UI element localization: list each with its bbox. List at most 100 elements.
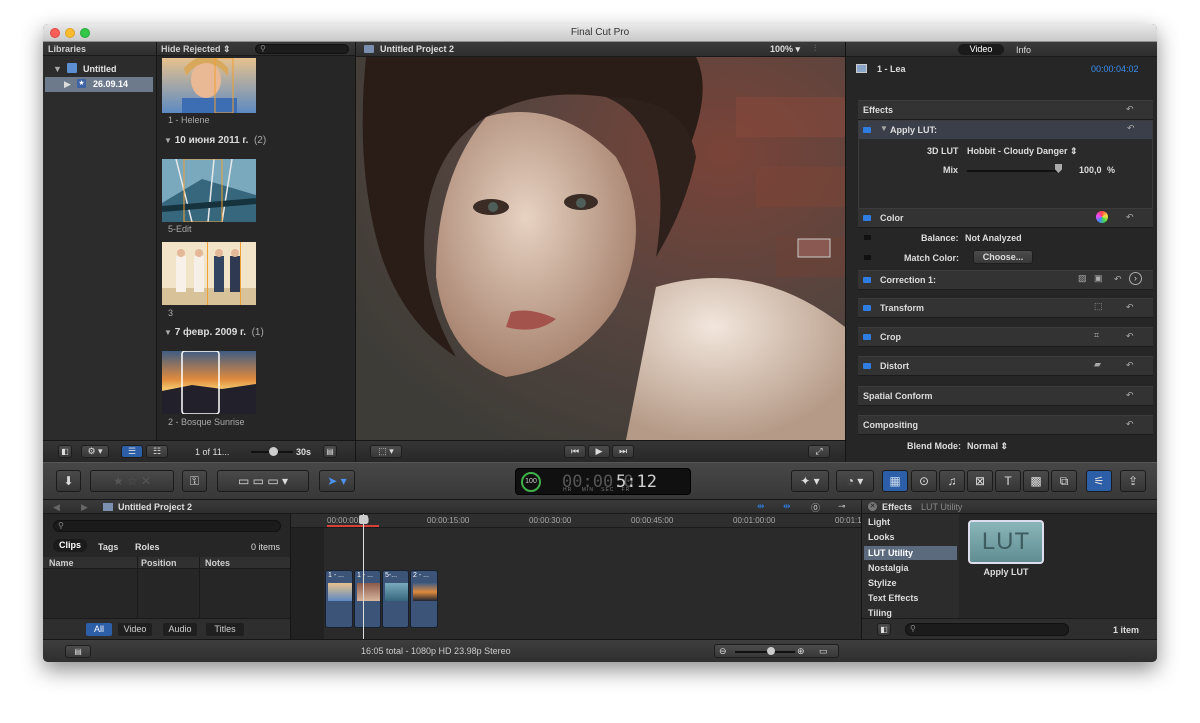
- close-window-button[interactable]: [50, 28, 60, 38]
- transform-section[interactable]: Transform ⬚ ↶: [858, 298, 1153, 318]
- generators-browser-button[interactable]: ▩: [1023, 470, 1049, 492]
- effects-category-selected[interactable]: LUT Utility: [864, 546, 957, 560]
- mask-icon[interactable]: ▨: [1078, 273, 1087, 284]
- apply-lut-header[interactable]: ▼ Apply LUT: ↶: [859, 121, 1152, 139]
- index-search-input[interactable]: ⚲: [53, 520, 281, 532]
- compositing-section[interactable]: Compositing ↶: [858, 415, 1153, 435]
- effects-browser-button[interactable]: ▦: [882, 470, 908, 492]
- filter-video[interactable]: Video: [118, 623, 152, 636]
- timeline-index-button[interactable]: ▤: [65, 645, 91, 658]
- effects-category[interactable]: Light: [868, 517, 890, 527]
- playhead[interactable]: [363, 514, 364, 639]
- zoom-knob[interactable]: [767, 647, 775, 655]
- effects-search-input[interactable]: ⚲: [905, 623, 1069, 636]
- lut-popup[interactable]: Hobbit - Cloudy Danger ⇕: [967, 146, 1078, 157]
- zoom-out-icon[interactable]: ⊖: [719, 645, 727, 657]
- sidebar-toggle-button[interactable]: ◧: [877, 623, 891, 636]
- clip-thumbnail-5-edit[interactable]: [162, 159, 256, 222]
- color-section[interactable]: Color ↶: [858, 208, 1153, 228]
- photos-browser-button[interactable]: ⊙: [911, 470, 937, 492]
- timeline-clip[interactable]: 5-...: [382, 570, 409, 628]
- rating-buttons[interactable]: ★ ☆ ✕: [90, 470, 174, 492]
- forward-arrow[interactable]: ▶: [81, 502, 88, 513]
- zoom-in-icon[interactable]: ⊕: [797, 645, 805, 657]
- go-arrow-icon[interactable]: ›: [1129, 272, 1142, 285]
- date-group-header[interactable]: ▼ 10 июня 2011 г. (2): [164, 135, 266, 146]
- distort-section[interactable]: Distort ▰ ↶: [858, 356, 1153, 376]
- zoom-slider-knob[interactable]: [269, 447, 278, 456]
- previous-button[interactable]: ⏮: [564, 445, 586, 458]
- inspector-toggle-button[interactable]: ⚟: [1086, 470, 1112, 492]
- reset-icon[interactable]: ↶: [1126, 390, 1134, 401]
- mix-value[interactable]: 100,0: [1079, 165, 1102, 175]
- reset-icon[interactable]: ↶: [1126, 212, 1134, 223]
- timeline-area[interactable]: 00:00:00:00 00:00:15:00 00:00:30:00 00:0…: [291, 514, 877, 639]
- filmstrip-view-button[interactable]: ☰: [121, 445, 143, 458]
- reset-icon[interactable]: ↶: [1114, 274, 1122, 285]
- minimize-window-button[interactable]: [65, 28, 75, 38]
- effects-category[interactable]: Text Effects: [868, 593, 918, 603]
- list-view-button[interactable]: ☷: [146, 445, 168, 458]
- timeline-clip[interactable]: 2 - ...: [410, 570, 438, 628]
- reset-icon[interactable]: ↶: [1126, 302, 1134, 313]
- event-26-09-14[interactable]: ▶ ★ 26.09.14: [45, 77, 153, 92]
- clip-thumbnail-3[interactable]: [162, 242, 256, 305]
- appearance-button[interactable]: ▤: [323, 445, 337, 458]
- select-tool-button[interactable]: ➤ ▾: [319, 470, 355, 492]
- clip-appearance-icon[interactable]: ▭: [819, 645, 828, 657]
- reset-icon[interactable]: ↶: [1127, 123, 1135, 134]
- skimming-icon[interactable]: ⇹: [783, 501, 791, 512]
- crop-icon[interactable]: ⌗: [1094, 330, 1099, 341]
- transform-popup[interactable]: ⬚ ▾: [370, 445, 402, 458]
- timeline-ruler[interactable]: 00:00:00:00 00:00:15:00 00:00:30:00 00:0…: [291, 514, 877, 528]
- tab-clips[interactable]: Clips: [53, 539, 87, 552]
- effects-category[interactable]: Stylize: [868, 578, 897, 588]
- fullscreen-button[interactable]: ⤢: [808, 445, 830, 458]
- column-notes[interactable]: Notes: [205, 558, 230, 568]
- blend-mode-popup[interactable]: Normal ⇕: [967, 441, 1008, 452]
- playhead-handle[interactable]: [359, 515, 368, 524]
- filter-all[interactable]: All: [86, 623, 112, 636]
- clip-thumbnail-helene[interactable]: [162, 58, 256, 113]
- date-group-header[interactable]: ▼ 7 февр. 2009 г. (1): [164, 327, 264, 338]
- spatial-conform-section[interactable]: Spatial Conform ↶: [858, 386, 1153, 406]
- close-icon[interactable]: ✕: [868, 502, 877, 511]
- back-arrow[interactable]: ◀: [53, 502, 60, 513]
- zoom-popup[interactable]: 100% ▾: [770, 44, 800, 55]
- reset-icon[interactable]: ↶: [1126, 104, 1134, 115]
- next-button[interactable]: ⏭: [612, 445, 634, 458]
- effects-category[interactable]: Tiling: [868, 608, 892, 618]
- reset-icon[interactable]: ↶: [1126, 331, 1134, 342]
- titles-browser-button[interactable]: T: [995, 470, 1021, 492]
- effects-section[interactable]: Effects ↶: [858, 100, 1153, 120]
- crop-section[interactable]: Crop ⌗ ↶: [858, 327, 1153, 347]
- edit-buttons[interactable]: ▭ ▭ ▭ ▾: [217, 470, 309, 492]
- themes-browser-button[interactable]: ⧉: [1051, 470, 1077, 492]
- filter-audio[interactable]: Audio: [163, 623, 197, 636]
- library-toggle-button[interactable]: ◧: [58, 445, 72, 458]
- color-board-icon[interactable]: [1096, 211, 1108, 223]
- clip-thumbnail-bosque-sunrise[interactable]: [162, 351, 256, 414]
- filter-titles[interactable]: Titles: [206, 623, 244, 636]
- import-button[interactable]: ⬇: [56, 470, 81, 492]
- viewer-canvas[interactable]: [356, 57, 845, 440]
- tab-info[interactable]: Info: [1016, 45, 1031, 55]
- tab-roles[interactable]: Roles: [135, 542, 160, 552]
- reset-icon[interactable]: ↶: [1126, 360, 1134, 371]
- action-gear-button[interactable]: ⚙ ▾: [81, 445, 109, 458]
- enhancements-button[interactable]: ✦ ▾: [791, 470, 829, 492]
- keyword-button[interactable]: ⚿: [182, 470, 207, 492]
- filter-popup[interactable]: Hide Rejected ⇕: [161, 44, 231, 55]
- column-name[interactable]: Name: [49, 558, 74, 568]
- transitions-browser-button[interactable]: ⊠: [967, 470, 993, 492]
- mix-slider[interactable]: [967, 170, 1057, 172]
- timecode-display[interactable]: 100 00:00:0 5:12 HR MIN SEC FR: [515, 468, 691, 495]
- distort-icon[interactable]: ▰: [1094, 359, 1101, 370]
- zoom-window-button[interactable]: [80, 28, 90, 38]
- snapping-icon[interactable]: ⊸: [838, 501, 846, 512]
- timeline-zoom-control[interactable]: ⊖ ⊕ ▭: [714, 644, 839, 658]
- audio-skimming-icon[interactable]: ⇹: [757, 501, 765, 512]
- apply-lut-thumbnail[interactable]: LUT: [968, 520, 1044, 564]
- timeline-clip[interactable]: 1 - ...: [354, 570, 381, 628]
- reset-icon[interactable]: ↶: [1126, 419, 1134, 430]
